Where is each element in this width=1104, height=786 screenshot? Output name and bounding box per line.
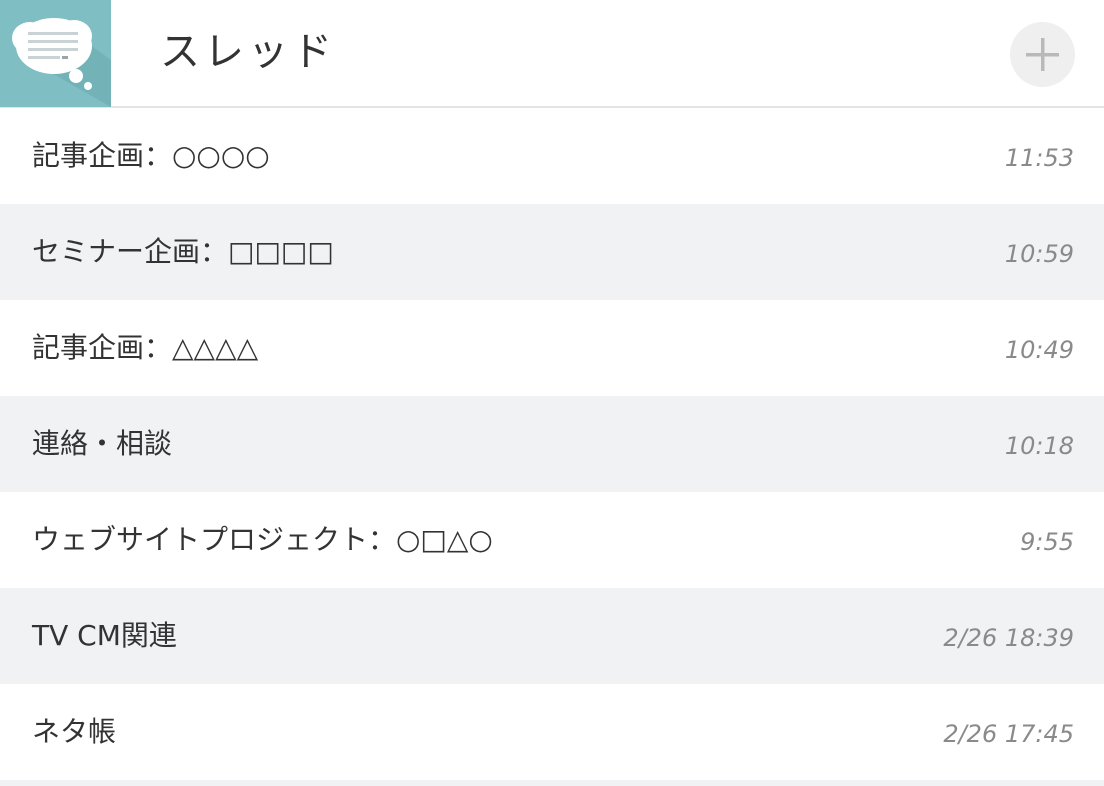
thread-row[interactable]: TV CM関連 2/26 18:39 bbox=[0, 588, 1104, 684]
header-bar: スレッド bbox=[0, 0, 1104, 108]
app-window: スレッド 記事企画：○○○○ 11:53 セミナー企画：□□□□ 10:59 記… bbox=[0, 0, 1104, 786]
thread-list: 記事企画：○○○○ 11:53 セミナー企画：□□□□ 10:59 記事企画：△… bbox=[0, 108, 1104, 780]
thread-title: TV CM関連 bbox=[32, 619, 177, 652]
thread-row[interactable]: 記事企画：○○○○ 11:53 bbox=[0, 108, 1104, 204]
thread-time: 10:59 bbox=[1004, 240, 1074, 268]
add-thread-button[interactable] bbox=[1010, 22, 1075, 87]
thread-time: 9:55 bbox=[1020, 528, 1074, 556]
thread-title: ネタ帳 bbox=[32, 715, 117, 748]
plus-icon bbox=[1026, 38, 1059, 71]
thread-time: 10:49 bbox=[1004, 336, 1074, 364]
list-bottom-edge bbox=[0, 780, 1104, 786]
thread-time: 2/26 18:39 bbox=[943, 624, 1074, 652]
thread-time: 2/26 17:45 bbox=[943, 720, 1074, 748]
page-title: スレッド bbox=[160, 29, 336, 75]
thread-row[interactable]: 連絡・相談 10:18 bbox=[0, 396, 1104, 492]
thread-title: 記事企画：△△△△ bbox=[32, 331, 259, 364]
thread-title: セミナー企画：□□□□ bbox=[32, 235, 334, 268]
thread-title: ウェブサイトプロジェクト：○□△○ bbox=[32, 523, 493, 556]
thread-row[interactable]: 記事企画：△△△△ 10:49 bbox=[0, 300, 1104, 396]
thread-time: 11:53 bbox=[1004, 144, 1074, 172]
thread-title: 記事企画：○○○○ bbox=[32, 139, 270, 172]
thread-title: 連絡・相談 bbox=[32, 427, 173, 460]
thread-row[interactable]: ネタ帳 2/26 17:45 bbox=[0, 684, 1104, 780]
thread-row[interactable]: ウェブサイトプロジェクト：○□△○ 9:55 bbox=[0, 492, 1104, 588]
thread-row[interactable]: セミナー企画：□□□□ 10:59 bbox=[0, 204, 1104, 300]
thread-time: 10:18 bbox=[1004, 432, 1074, 460]
chat-bubble-icon bbox=[0, 0, 111, 107]
